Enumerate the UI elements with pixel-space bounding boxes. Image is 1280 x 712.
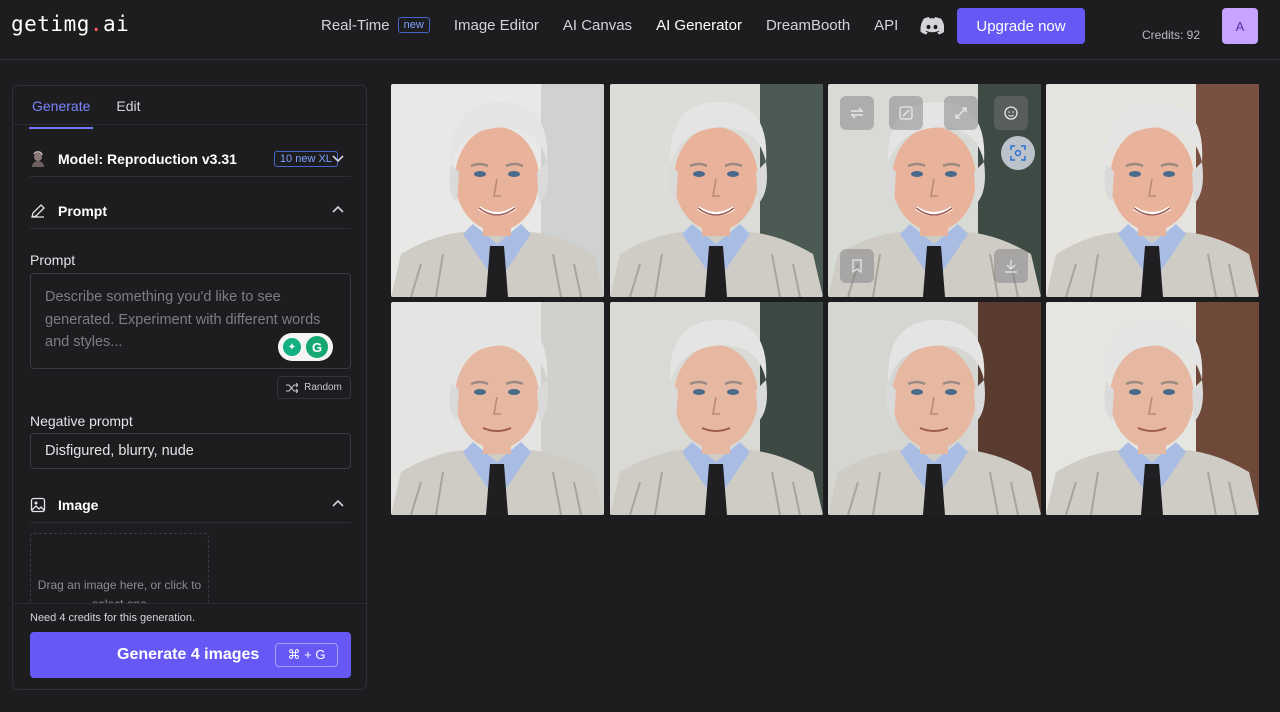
tabs-divider <box>13 124 366 125</box>
model-new-badge: 10 new XL <box>273 150 338 167</box>
portrait-image <box>828 302 1041 515</box>
chevron-up-icon[interactable] <box>331 497 345 511</box>
model-selector[interactable]: Model: Reproduction v3.31 10 new XL <box>30 141 351 177</box>
discord-icon[interactable] <box>920 16 944 36</box>
portrait-image <box>1046 302 1259 515</box>
grammarly-logo-icon: G <box>306 336 328 358</box>
download-icon[interactable] <box>994 249 1028 283</box>
nav-dreambooth[interactable]: DreamBooth <box>766 17 850 34</box>
prompt-label: Prompt <box>30 252 76 268</box>
generated-image-6[interactable] <box>610 302 823 515</box>
model-thumbnail-icon <box>30 150 46 167</box>
portrait-image <box>1046 84 1259 297</box>
edit-image-icon[interactable] <box>889 96 923 130</box>
logo-text: getimg <box>11 12 90 36</box>
main-nav: Real-Time new Image Editor AI Canvas AI G… <box>321 17 922 34</box>
negative-prompt-label: Negative prompt <box>30 413 133 429</box>
prompt-section-header[interactable]: Prompt <box>30 193 351 229</box>
image-icon <box>30 497 46 513</box>
image-section-title: Image <box>58 496 99 513</box>
logo[interactable]: getimg.ai <box>11 12 129 36</box>
keyboard-shortcut-badge: ⌘ + G <box>275 643 338 667</box>
portrait-image <box>391 84 604 297</box>
prompt-textarea[interactable]: Describe something you'd like to see gen… <box>30 273 351 369</box>
grammarly-suggest-icon: ✦ <box>283 338 301 356</box>
expand-icon[interactable] <box>944 96 978 130</box>
pencil-icon <box>30 203 46 219</box>
new-badge: new <box>397 17 430 33</box>
random-button[interactable]: Random <box>277 376 351 399</box>
nav-ai-generator[interactable]: AI Generator <box>656 17 742 34</box>
credits-needed-text: Need 4 credits for this generation. <box>30 612 196 624</box>
portrait-image <box>610 84 823 297</box>
upgrade-button[interactable]: Upgrade now <box>957 8 1085 44</box>
avatar[interactable]: A <box>1222 8 1258 44</box>
generated-image-8[interactable] <box>1046 302 1259 515</box>
nav-image-editor[interactable]: Image Editor <box>454 17 539 34</box>
generated-image-7[interactable] <box>828 302 1041 515</box>
generated-image-3[interactable] <box>828 84 1041 297</box>
face-fix-icon[interactable] <box>994 96 1028 130</box>
results-gallery <box>391 84 1259 515</box>
chevron-up-icon[interactable] <box>331 203 345 217</box>
nav-api[interactable]: API <box>874 17 898 34</box>
nav-ai-canvas[interactable]: AI Canvas <box>563 17 632 34</box>
generated-image-5[interactable] <box>391 302 604 515</box>
prompt-section-title: Prompt <box>58 202 107 219</box>
logo-dot: . <box>89 12 104 36</box>
portrait-image <box>610 302 823 515</box>
model-label: Model: Reproduction v3.31 <box>58 150 237 167</box>
save-icon[interactable] <box>840 249 874 283</box>
logo-tld: ai <box>103 12 130 36</box>
generated-image-4[interactable] <box>1046 84 1259 297</box>
portrait-image <box>391 302 604 515</box>
generate-button-label: Generate 4 images <box>117 646 260 663</box>
nav-real-time[interactable]: Real-Time new <box>321 17 430 34</box>
variations-icon[interactable] <box>840 96 874 130</box>
credits-counter: Credits: 92 <box>1142 28 1201 42</box>
generated-image-2[interactable] <box>610 84 823 297</box>
negative-prompt-input[interactable]: Disfigured, blurry, nude <box>30 433 351 469</box>
random-label: Random <box>304 382 342 393</box>
image-section-header[interactable]: Image <box>30 487 351 523</box>
chevron-down-icon[interactable] <box>331 151 345 165</box>
top-bar: getimg.ai Real-Time new Image Editor AI C… <box>0 0 1280 60</box>
shuffle-icon <box>286 382 299 393</box>
generate-button[interactable]: Generate 4 images ⌘ + G <box>30 632 351 678</box>
generate-footer: Need 4 credits for this generation. Gene… <box>13 603 366 689</box>
grammarly-widget[interactable]: ✦ G <box>278 333 333 361</box>
nav-real-time-label: Real-Time <box>321 17 390 34</box>
generated-image-1[interactable] <box>391 84 604 297</box>
generator-panel: Generate Edit Model: Reproduction v3.31 … <box>12 85 367 690</box>
scan-select-icon[interactable] <box>1001 136 1035 170</box>
